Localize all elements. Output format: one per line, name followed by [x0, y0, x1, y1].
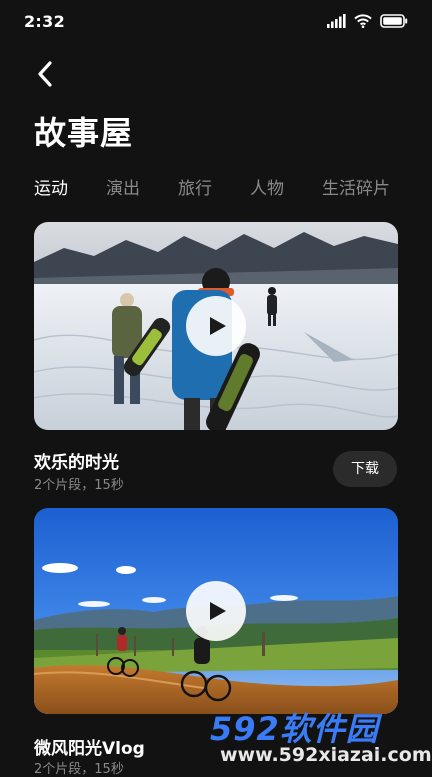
play-button[interactable]: [186, 296, 246, 356]
card-title: 欢乐的时光: [34, 453, 119, 473]
play-icon: [210, 602, 226, 620]
page-title: 故事屋: [34, 114, 134, 152]
watermark-url: www.592xiazai.com: [220, 744, 432, 766]
status-icons: [326, 14, 408, 28]
tab-life-fragments[interactable]: 生活碎片: [322, 174, 390, 199]
back-button[interactable]: [30, 58, 62, 90]
video-thumbnail-cycling[interactable]: [34, 508, 398, 714]
card-title: 微风阳光Vlog: [34, 739, 145, 759]
signal-icon: [327, 14, 346, 28]
status-time: 2:32: [24, 12, 65, 31]
wifi-icon: [354, 14, 372, 28]
status-bar: 2:32: [0, 0, 432, 44]
watermark: 592软件园 www.592xiazai.com: [208, 700, 432, 766]
category-tabs: 运动 演出 旅行 人物 生活碎片: [34, 174, 390, 199]
tab-sports[interactable]: 运动: [34, 174, 68, 199]
tab-people[interactable]: 人物: [250, 174, 284, 199]
video-thumbnail-snowboard[interactable]: [34, 222, 398, 430]
battery-icon: [380, 14, 408, 28]
tab-performance[interactable]: 演出: [106, 174, 140, 199]
card-meta: 2个片段，15秒: [34, 478, 124, 493]
play-icon: [210, 317, 226, 335]
play-button[interactable]: [186, 581, 246, 641]
tab-travel[interactable]: 旅行: [178, 174, 212, 199]
back-icon: [38, 61, 52, 87]
download-button[interactable]: 下载: [333, 451, 397, 487]
